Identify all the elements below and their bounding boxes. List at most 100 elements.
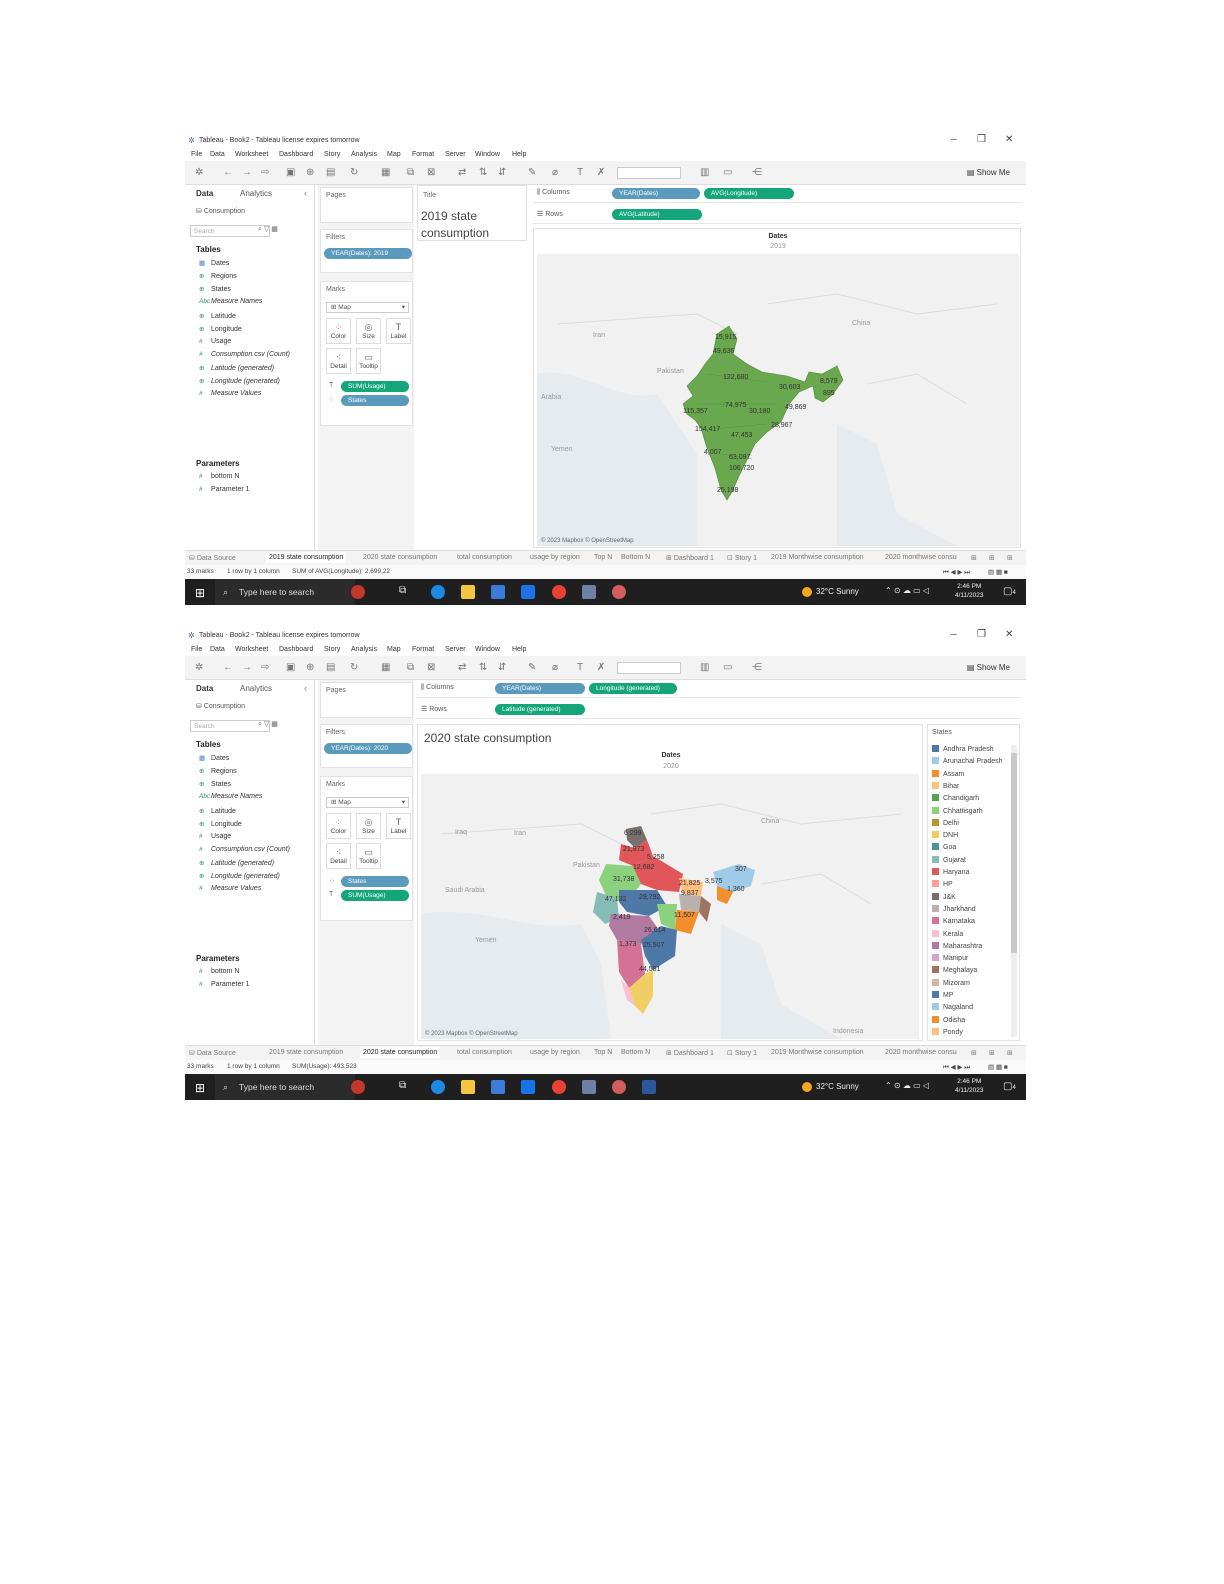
restore-icon[interactable]: ❐ bbox=[977, 629, 986, 640]
redo-icon[interactable]: → bbox=[242, 662, 252, 673]
field-latitude-generated[interactable]: ⊕ Latitude (generated) bbox=[199, 859, 274, 867]
save-icon[interactable]: ▣ bbox=[286, 662, 295, 673]
title-card[interactable]: Title 2019 state consumption bbox=[417, 185, 527, 241]
search-filter-icons[interactable]: ⌕ ▽ ▦ bbox=[258, 225, 278, 234]
legend-item[interactable]: Meghalaya bbox=[932, 966, 977, 974]
tab-dashboard-1[interactable]: ⊞ Dashboard 1 bbox=[666, 554, 714, 562]
fix-axes-icon[interactable]: ✗ bbox=[597, 167, 605, 178]
field-count[interactable]: # Consumption.csv (Count) bbox=[199, 846, 290, 853]
field-longitude-generated[interactable]: ⊕ Longitude (generated) bbox=[199, 377, 280, 385]
field-regions[interactable]: ⊕ Regions bbox=[199, 272, 237, 280]
tab-2020-monthwise[interactable]: 2020 monthwise consu bbox=[885, 554, 957, 561]
chrome-icon[interactable] bbox=[552, 585, 566, 599]
mail-icon[interactable] bbox=[521, 585, 535, 599]
new-worksheet-icon[interactable]: ▦ bbox=[381, 662, 390, 673]
field-longitude-generated[interactable]: ⊕ Longitude (generated) bbox=[199, 872, 280, 880]
presentation-icon[interactable]: ▭ bbox=[723, 167, 732, 178]
analytics-tab[interactable]: Analytics bbox=[240, 189, 272, 198]
show-me-button[interactable]: ▤ Show Me bbox=[967, 663, 1010, 672]
legend-item[interactable]: Bihar bbox=[932, 781, 959, 790]
menu-worksheet[interactable]: Worksheet bbox=[235, 151, 268, 158]
field-count[interactable]: # Consumption.csv (Count) bbox=[199, 351, 290, 358]
share-icon[interactable]: ⋲ bbox=[752, 662, 762, 673]
legend-item[interactable]: Gujarat bbox=[932, 855, 966, 864]
notification-icon[interactable]: ▢4 bbox=[1003, 1081, 1016, 1092]
show-cards-icon[interactable]: ▥ bbox=[700, 167, 709, 178]
menu-window[interactable]: Window bbox=[475, 646, 500, 653]
weather-widget[interactable]: 32°C Sunny bbox=[802, 1082, 859, 1092]
swap-icon[interactable]: ⇄ bbox=[458, 662, 466, 673]
replay-icon[interactable]: ⇨ bbox=[261, 167, 269, 178]
file-explorer-icon[interactable] bbox=[461, 1080, 475, 1094]
tab-dashboard-1[interactable]: ⊞ Dashboard 1 bbox=[666, 1049, 714, 1057]
menu-format[interactable]: Format bbox=[412, 646, 434, 653]
edge-icon[interactable] bbox=[431, 585, 445, 599]
menu-window[interactable]: Window bbox=[475, 151, 500, 158]
save-icon[interactable]: ▣ bbox=[286, 167, 295, 178]
field-measure-values[interactable]: # Measure Values bbox=[199, 885, 261, 892]
duplicate-sheet-icon[interactable]: ⧉ bbox=[407, 167, 414, 178]
app-icon[interactable] bbox=[612, 1080, 626, 1094]
task-view-icon[interactable]: ⧉ bbox=[399, 585, 413, 599]
rows-shelf[interactable]: ☰ Rows AVG(Latitude) bbox=[533, 206, 1021, 224]
tab-bottom-n[interactable]: Bottom N bbox=[621, 1049, 650, 1056]
new-story-tab-icon[interactable]: ⊞ bbox=[1007, 554, 1013, 562]
taskbar-search[interactable]: ⌕ Type here to search bbox=[215, 579, 355, 605]
tab-story-1[interactable]: ⊡ Story 1 bbox=[727, 554, 757, 562]
minimize-icon[interactable]: – bbox=[951, 629, 957, 640]
undo-icon[interactable]: ← bbox=[223, 167, 233, 178]
restore-icon[interactable]: ❐ bbox=[977, 134, 986, 145]
menu-map[interactable]: Map bbox=[387, 646, 401, 653]
menu-help[interactable]: Help bbox=[512, 646, 526, 653]
param-parameter-1[interactable]: # Parameter 1 bbox=[199, 981, 250, 988]
clear-sheet-icon[interactable]: ⊠ bbox=[427, 662, 435, 673]
datasource-item[interactable]: ⛁ Consumption bbox=[196, 702, 245, 710]
legend-item[interactable]: Nagaland bbox=[932, 1003, 973, 1011]
detail-button[interactable]: ⁖ Detail bbox=[326, 843, 351, 869]
chrome-icon[interactable] bbox=[552, 1080, 566, 1094]
new-dashboard-tab-icon[interactable]: ⊞ bbox=[989, 1049, 995, 1057]
field-latitude-generated[interactable]: ⊕ Latitude (generated) bbox=[199, 364, 274, 372]
columns-pill-year[interactable]: YEAR(Dates) bbox=[612, 188, 700, 199]
filter-pill[interactable]: YEAR(Dates): 2020 bbox=[324, 743, 412, 754]
legend-item[interactable]: Arunachal Pradesh bbox=[932, 757, 1003, 765]
columns-pill-longitude[interactable]: AVG(Longitude) bbox=[704, 188, 794, 199]
size-button[interactable]: ◎ Size bbox=[356, 813, 381, 839]
file-explorer-icon[interactable] bbox=[461, 585, 475, 599]
new-datasource-icon[interactable]: ⊕ bbox=[306, 167, 314, 178]
map-view[interactable]: Iraq Iran China Pakistan Saudi Arabia Ye… bbox=[421, 774, 919, 1039]
highlight-icon[interactable]: ✎ bbox=[528, 167, 536, 178]
field-longitude[interactable]: ⊕ Longitude bbox=[199, 325, 242, 333]
pages-card[interactable]: Pages bbox=[320, 682, 413, 718]
undo-icon[interactable]: ← bbox=[223, 662, 233, 673]
filter-pill[interactable]: YEAR(Dates): 2019 bbox=[324, 248, 412, 259]
mark-pill-usage[interactable]: SUM(Usage) bbox=[341, 890, 409, 901]
tab-data-source[interactable]: ⛁ Data Source bbox=[189, 554, 236, 562]
menu-data[interactable]: Data bbox=[210, 646, 225, 653]
field-usage[interactable]: # Usage bbox=[199, 338, 231, 345]
app-icon[interactable] bbox=[612, 585, 626, 599]
mark-type-dropdown[interactable]: ⊞ Map ▾ bbox=[326, 302, 409, 313]
legend-scroll-thumb[interactable] bbox=[1011, 753, 1017, 953]
field-latitude[interactable]: ⊕ Latitude bbox=[199, 807, 236, 815]
menu-analysis[interactable]: Analysis bbox=[351, 151, 377, 158]
refresh-icon[interactable]: ↻ bbox=[350, 662, 358, 673]
legend-item[interactable]: Karnataka bbox=[932, 917, 975, 925]
show-me-button[interactable]: ▤ Show Me bbox=[967, 168, 1010, 177]
legend-item[interactable]: Haryana bbox=[932, 868, 969, 876]
label-button[interactable]: T Label bbox=[386, 813, 411, 839]
columns-shelf[interactable]: ⫼ Columns YEAR(Dates) Longitude (generat… bbox=[417, 680, 1021, 698]
mark-pill-states[interactable]: States bbox=[341, 395, 409, 406]
legend-item[interactable]: Manipur bbox=[932, 954, 968, 962]
menu-worksheet[interactable]: Worksheet bbox=[235, 646, 268, 653]
mark-pill-usage[interactable]: SUM(Usage) bbox=[341, 381, 409, 392]
tab-total-consumption[interactable]: total consumption bbox=[457, 554, 512, 561]
duplicate-sheet-icon[interactable]: ⧉ bbox=[407, 662, 414, 673]
size-button[interactable]: ◎ Size bbox=[356, 318, 381, 344]
task-view-icon[interactable]: ⧉ bbox=[399, 1080, 413, 1094]
share-icon[interactable]: ⋲ bbox=[752, 167, 762, 178]
columns-pill-longitude[interactable]: Longitude (generated) bbox=[589, 683, 677, 694]
search-filter-icons[interactable]: ⌕ ▽ ▦ bbox=[258, 720, 278, 729]
states-color-legend[interactable]: States Andhra Pradesh Arunachal Pradesh As… bbox=[927, 724, 1020, 1041]
map-view[interactable]: Iran China Pakistan Arabia Yemen 15,915 … bbox=[537, 254, 1019, 546]
